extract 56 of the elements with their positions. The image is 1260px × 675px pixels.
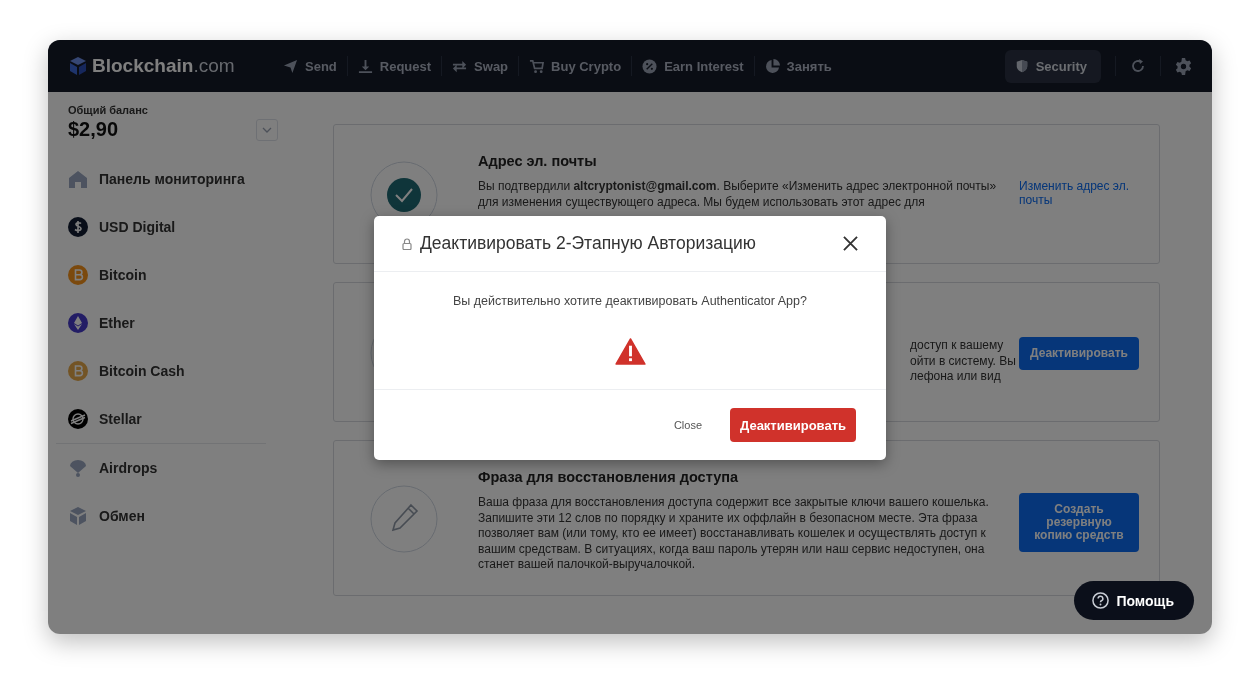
sidebar-item[interactable]: Ether bbox=[68, 299, 278, 347]
paper-plane-icon bbox=[283, 58, 298, 74]
ether-coin-icon bbox=[68, 313, 88, 333]
settings-icon[interactable] bbox=[1175, 57, 1192, 75]
card-title: Адрес эл. почты bbox=[478, 153, 598, 169]
deactivate-button[interactable]: Деактивировать bbox=[730, 408, 856, 442]
warning-icon bbox=[614, 337, 646, 365]
sidebar-item[interactable]: Stellar bbox=[68, 395, 278, 443]
sidebar-item[interactable]: Bitcoin Cash bbox=[68, 347, 278, 395]
nav-link[interactable]: Earn Interest bbox=[632, 58, 754, 74]
sidebar-item[interactable]: USD Digital bbox=[68, 203, 278, 251]
bitcoin-coin-icon bbox=[68, 265, 88, 285]
dialog-message: Вы действительно хотите деактивировать Authenticator App? bbox=[453, 294, 807, 310]
cube-icon bbox=[68, 506, 88, 526]
card-description: Вы подтвердили altcryptonist@gmail.com. Выберите «Изменить адрес электронной почты» для изменения существующего адреса. Мы будем использовать этот адрес для bbox=[478, 179, 998, 210]
nav-link[interactable]: Занять bbox=[754, 58, 842, 74]
nav-link[interactable]: Swap bbox=[442, 58, 519, 74]
balance-label: Общий баланс bbox=[68, 104, 148, 116]
nav-link[interactable]: Request bbox=[347, 58, 442, 74]
action-button[interactable]: Деактивировать bbox=[1019, 337, 1139, 370]
refresh-icon[interactable] bbox=[1130, 58, 1146, 74]
download-icon bbox=[357, 58, 373, 74]
sidebar-item[interactable]: Bitcoin bbox=[68, 251, 278, 299]
nav-link[interactable]: Send bbox=[273, 58, 347, 74]
sidebar-item[interactable]: Панель мониторинга bbox=[68, 155, 278, 203]
close-icon[interactable] bbox=[843, 236, 858, 251]
pie-chart-icon bbox=[764, 58, 780, 74]
sidebar-item[interactable]: Обмен bbox=[68, 492, 278, 540]
question-circle-icon bbox=[1092, 592, 1110, 609]
security-tab[interactable]: Security bbox=[1004, 49, 1101, 83]
chevron-down-icon bbox=[262, 127, 272, 133]
stellar-coin-icon bbox=[68, 409, 88, 429]
lock-icon bbox=[402, 237, 412, 250]
dollar-coin-icon bbox=[68, 217, 88, 237]
action-button[interactable]: Создать резервную копию средств bbox=[1019, 493, 1139, 552]
house-icon bbox=[68, 169, 88, 189]
card-description: доступ к вашему ойти в систему. Вы лефона или вид bbox=[910, 338, 1016, 385]
swap-arrows-icon bbox=[452, 58, 468, 74]
sidebar-item[interactable]: Airdrops bbox=[68, 444, 278, 492]
cube-logo-icon bbox=[68, 56, 88, 76]
dropdown-button[interactable] bbox=[256, 119, 278, 141]
cart-icon bbox=[529, 58, 545, 74]
percent-icon bbox=[642, 58, 658, 74]
close-button[interactable]: Close bbox=[667, 418, 708, 432]
shield-icon bbox=[1014, 59, 1029, 73]
card-description: Ваша фраза для восстановления доступа содержит все закрытые ключи вашего кошелька. Запишите эти 12 слов по порядку и храните их оффлайн в безопасном месте. Эта фраза позволяет вам (или тому, кто ее имеет) восстанавливать кошелек и осуществлять доступ к вашим средствам. В ситуациях, когда ваш пароль утерян или наш сервис недоступен, она станет вашей палочкой-выручалочкой. bbox=[478, 495, 990, 573]
pencil-circle-icon bbox=[370, 485, 438, 553]
change-email-link[interactable]: Изменить адрес эл. почты bbox=[1019, 179, 1141, 207]
card-title: Фраза для восстановления доступа bbox=[478, 469, 740, 485]
logo-text[interactable]: Blockchain.com bbox=[92, 55, 235, 77]
nav-link[interactable]: Buy Crypto bbox=[519, 58, 632, 74]
bitcoin-cash-coin-icon bbox=[68, 361, 88, 381]
parachute-icon bbox=[68, 458, 88, 478]
balance-amount: $2,90 bbox=[68, 118, 120, 141]
help-button[interactable]: Помощь bbox=[1074, 581, 1194, 620]
dialog-title: Деактивировать 2-Этапную Авторизацию bbox=[420, 233, 756, 254]
